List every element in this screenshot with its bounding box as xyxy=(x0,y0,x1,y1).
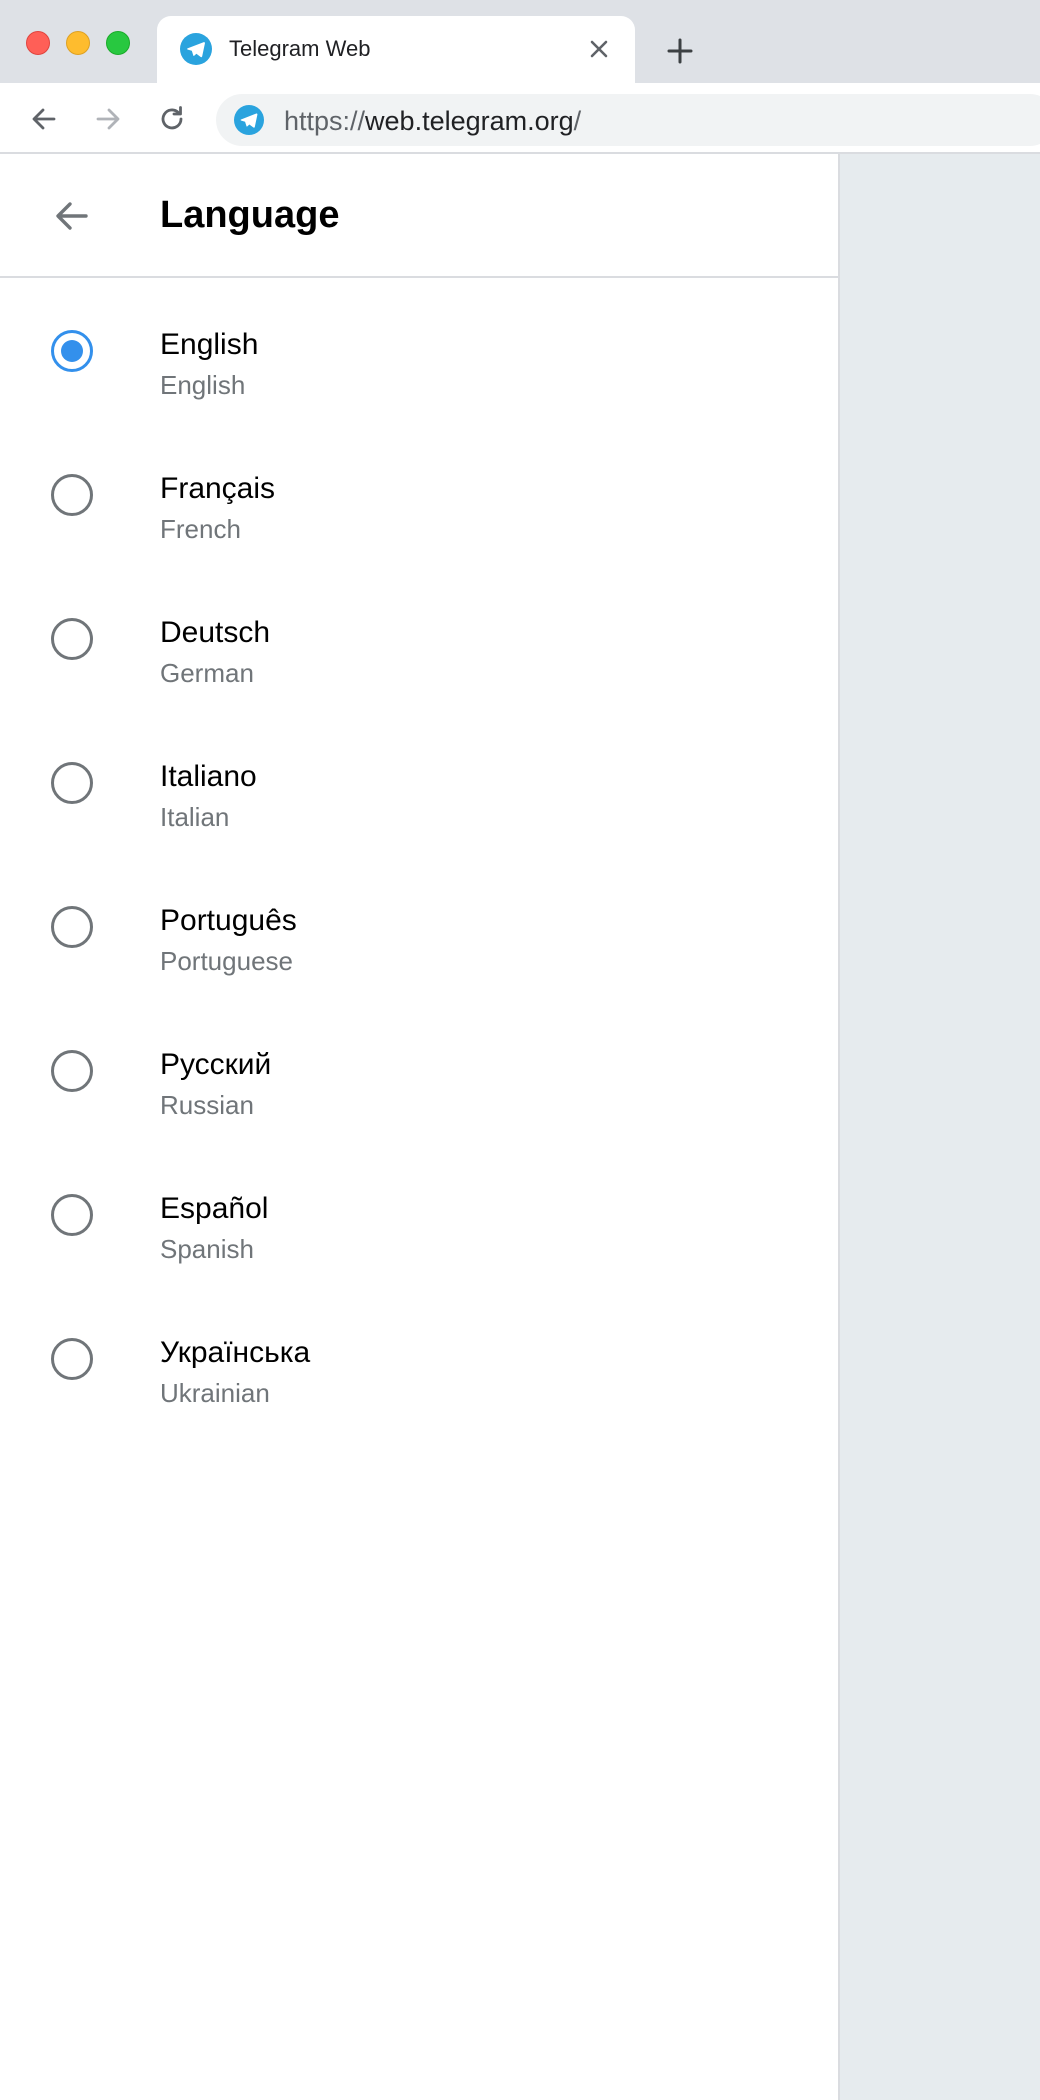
language-english-name: English xyxy=(160,370,246,400)
url-scheme: https:// xyxy=(284,106,366,136)
language-option[interactable]: English English xyxy=(0,287,838,431)
radio-unselected-icon[interactable] xyxy=(51,1338,93,1380)
radio-unselected-icon[interactable] xyxy=(51,1050,93,1092)
telegram-icon xyxy=(234,105,264,135)
radio-unselected-icon[interactable] xyxy=(51,618,93,660)
close-tab-icon[interactable] xyxy=(585,35,613,63)
back-arrow-icon[interactable] xyxy=(28,103,60,135)
new-tab-icon[interactable] xyxy=(662,33,698,69)
language-option[interactable]: Русский Russian xyxy=(0,1007,838,1151)
language-option[interactable]: Deutsch German xyxy=(0,575,838,719)
radio-unselected-icon[interactable] xyxy=(51,906,93,948)
url-text: https://web.telegram.org/ xyxy=(284,106,581,136)
language-option[interactable]: Español Spanish xyxy=(0,1151,838,1295)
language-english-name: French xyxy=(160,514,241,544)
radio-unselected-icon[interactable] xyxy=(51,474,93,516)
language-name: Русский xyxy=(160,1048,272,1081)
language-english-name: German xyxy=(160,658,254,688)
language-name: Українська xyxy=(160,1336,311,1369)
language-name: Español xyxy=(160,1192,269,1225)
forward-arrow-icon[interactable] xyxy=(92,103,124,135)
language-list: English English Français French Deutsch Germa… xyxy=(0,287,838,1439)
tab-title: Telegram Web xyxy=(229,36,371,61)
language-english-name: Portuguese xyxy=(160,946,293,976)
radio-unselected-icon[interactable] xyxy=(51,762,93,804)
language-option[interactable]: Français French xyxy=(0,431,838,575)
language-name: Italiano xyxy=(160,760,257,793)
language-english-name: Spanish xyxy=(160,1234,254,1264)
url-host: web.telegram.org xyxy=(365,106,574,136)
language-option[interactable]: Українська Ukrainian xyxy=(0,1295,838,1439)
radio-selected-icon[interactable] xyxy=(51,330,93,372)
language-name: Français xyxy=(160,472,276,505)
language-name: Português xyxy=(160,904,297,937)
language-option[interactable]: Português Portuguese xyxy=(0,863,838,1007)
minimize-window-button[interactable] xyxy=(66,31,90,55)
back-arrow-icon[interactable] xyxy=(48,192,96,240)
language-english-name: Russian xyxy=(160,1090,254,1120)
page-title: Language xyxy=(160,194,340,236)
language-settings-panel: Language English English Français French Deu… xyxy=(0,154,840,2100)
language-english-name: Italian xyxy=(160,802,230,832)
telegram-app: Language English English Français French Deu… xyxy=(0,154,1040,2100)
language-option[interactable]: Italiano Italian xyxy=(0,719,838,863)
close-window-button[interactable] xyxy=(26,31,50,55)
chat-background xyxy=(840,154,1040,2100)
language-name: English xyxy=(160,328,259,361)
browser-tab[interactable]: Telegram Web xyxy=(157,16,635,83)
language-english-name: Ukrainian xyxy=(160,1378,270,1408)
telegram-icon xyxy=(180,33,212,65)
url-path: / xyxy=(573,106,582,136)
radio-unselected-icon[interactable] xyxy=(51,1194,93,1236)
browser-toolbar: https://web.telegram.org/ xyxy=(0,83,1040,154)
browser-tab-bar: Telegram Web xyxy=(0,0,1040,83)
panel-header: Language xyxy=(0,154,838,278)
language-name: Deutsch xyxy=(160,616,271,649)
maximize-window-button[interactable] xyxy=(106,31,130,55)
reload-icon[interactable] xyxy=(156,103,188,135)
address-bar[interactable]: https://web.telegram.org/ xyxy=(216,94,1040,146)
